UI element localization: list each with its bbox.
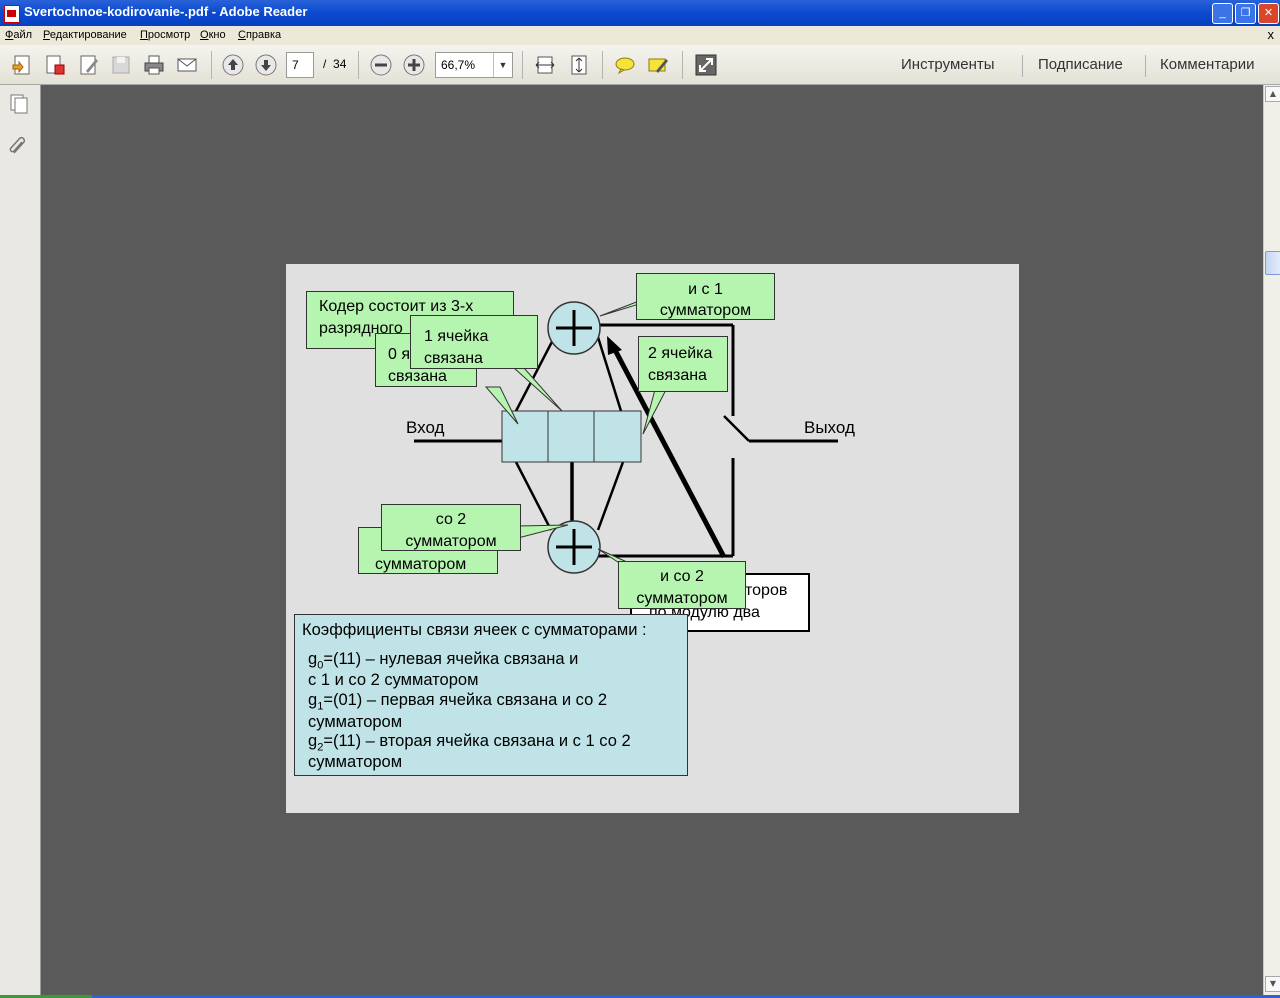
zoom-in-icon[interactable]: [402, 53, 426, 77]
toolbar-separator: [682, 51, 683, 79]
navigation-pane: [0, 85, 41, 995]
highlight-icon[interactable]: [646, 53, 670, 77]
save-icon[interactable]: [109, 53, 133, 77]
toolbar-separator: [211, 51, 212, 79]
scroll-up-icon[interactable]: ▲: [1265, 86, 1280, 102]
toolbar-separator: [602, 51, 603, 79]
menu-view[interactable]: Просмотр: [140, 29, 190, 41]
page-number-input[interactable]: 7: [286, 52, 314, 78]
vertical-scrollbar[interactable]: ▲ ▼: [1263, 85, 1280, 995]
zoom-value: 66,7%: [441, 58, 476, 72]
callout-first-cell: 1 ячейка связана: [410, 315, 538, 369]
page-total: 34: [333, 57, 347, 71]
combine-icon[interactable]: [43, 53, 67, 77]
menu-edit[interactable]: Редактирование: [43, 29, 127, 41]
coef-line-g2-cont: сумматором: [308, 753, 403, 771]
callout-so2: со 2 сумматором: [381, 504, 521, 551]
zoom-select[interactable]: 66,7% ▼: [435, 52, 513, 78]
input-label: Вход: [406, 418, 445, 437]
callout-so2-line1: со 2: [435, 511, 467, 528]
toolbar-separator: [358, 51, 359, 79]
toolbar-separator: [1145, 55, 1146, 77]
menu-bar: Файл Редактирование Просмотр Окно Справк…: [0, 26, 1280, 45]
page-separator: /: [323, 57, 327, 71]
callout-adders-line1: торов: [745, 582, 788, 599]
close-button[interactable]: ✕: [1258, 3, 1279, 24]
toolbar-separator: [1022, 55, 1023, 77]
tools-link[interactable]: Инструменты: [901, 56, 995, 73]
callout-sum1: и с 1 сумматором: [636, 273, 775, 320]
attachments-icon[interactable]: [8, 135, 30, 157]
page-count: / 34: [323, 57, 346, 71]
callout-second-line1: 2 ячейка: [648, 345, 713, 362]
menu-file[interactable]: Файл: [5, 29, 32, 41]
fullscreen-icon[interactable]: [694, 53, 718, 77]
adobe-reader-icon: [4, 5, 20, 23]
callout-first-line1: 1 ячейка: [424, 328, 489, 345]
comments-link[interactable]: Комментарии: [1160, 56, 1254, 73]
callout-i-so2-line2: сумматором: [636, 590, 728, 607]
callout-zero-line1: 0 я: [388, 346, 411, 363]
pdf-page: Кодер состоит из 3-х разрядного 0 я связ…: [286, 264, 1019, 813]
maximize-button[interactable]: ❐: [1235, 3, 1256, 24]
coef-line-g0-cont: с 1 и со 2 сумматором: [308, 671, 479, 689]
callout-sum1-line2: сумматором: [659, 302, 752, 319]
minimize-button[interactable]: _: [1212, 3, 1233, 24]
pages-icon[interactable]: [8, 93, 30, 115]
callout-second-line2: связана: [648, 367, 707, 384]
callout-so2-line2: сумматором: [405, 533, 497, 550]
coefficients-header: Коэффициенты связи ячеек с сумматорами :: [302, 621, 647, 639]
callout-sum1-line1: и с 1: [688, 281, 723, 298]
title-bar: Svertochnoe-kodirovanie-.pdf - Adobe Rea…: [0, 0, 1280, 26]
chevron-down-icon[interactable]: ▼: [493, 53, 512, 77]
fit-width-icon[interactable]: [533, 53, 557, 77]
output-label: Выход: [804, 418, 855, 437]
coef-line-g1-cont: сумматором: [308, 713, 403, 731]
toolbar-separator: [522, 51, 523, 79]
menu-window[interactable]: Окно: [200, 29, 226, 41]
callout-i-so2: и со 2 сумматором: [618, 561, 746, 609]
close-document-icon[interactable]: x: [1268, 27, 1275, 42]
callout-second-cell: 2 ячейка связана: [638, 336, 728, 392]
callout-summator-back-text: сумматором: [375, 556, 467, 573]
scroll-down-icon[interactable]: ▼: [1265, 976, 1280, 992]
coefficients-box: Коэффициенты связи ячеек с сумматорами :…: [294, 614, 688, 776]
fit-page-icon[interactable]: [567, 53, 591, 77]
print-icon[interactable]: [142, 53, 166, 77]
menu-help[interactable]: Справка: [238, 29, 281, 41]
email-icon[interactable]: [175, 53, 199, 77]
toolbar: 7 / 34 66,7% ▼ Инструменты Подписание Ко…: [0, 45, 1280, 85]
next-page-icon[interactable]: [254, 53, 278, 77]
create-pdf-icon[interactable]: [10, 53, 34, 77]
comment-icon[interactable]: [613, 53, 637, 77]
window-title: Svertochnoe-kodirovanie-.pdf - Adobe Rea…: [24, 4, 308, 19]
prev-page-icon[interactable]: [221, 53, 245, 77]
edit-icon[interactable]: [77, 53, 101, 77]
scroll-thumb[interactable]: [1265, 251, 1280, 275]
callout-first-line2: связана: [424, 350, 483, 367]
sign-link[interactable]: Подписание: [1038, 56, 1123, 73]
zoom-out-icon[interactable]: [369, 53, 393, 77]
callout-i-so2-line1: и со 2: [660, 568, 704, 585]
